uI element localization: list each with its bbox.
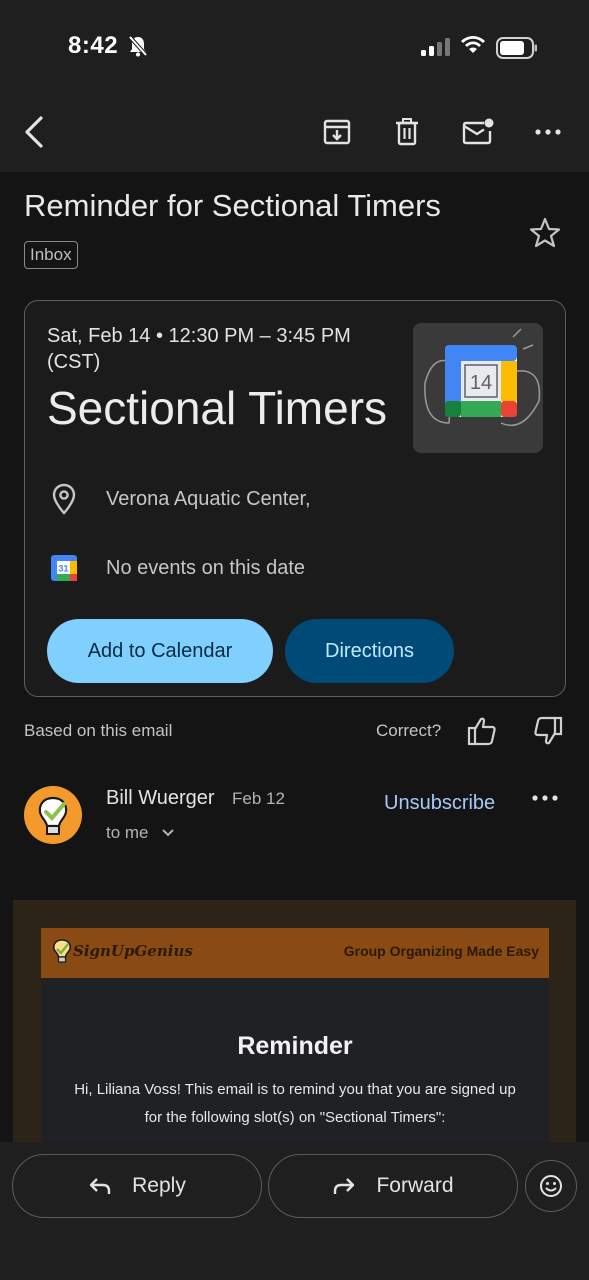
trash-icon [396,118,418,146]
reminder-panel: Reminder Hi, Liliana Voss! This email is… [41,978,549,1142]
calendar-day-number: 14 [470,372,492,394]
archive-button[interactable] [315,110,359,154]
calendar-status-row: 31 No events on this date [47,554,305,582]
more-options-button[interactable] [526,110,570,154]
calendar-illustration: 14 [413,323,543,453]
thumbs-down-icon [534,716,563,745]
feedback-label: Based on this email [24,721,173,740]
sender-name[interactable]: Bill Wuerger [106,787,215,810]
email-body: SignUpGenius Group Organizing Made Easy … [13,900,576,1142]
reminder-text: Hi, Liliana Voss! This email is to remin… [74,1081,516,1126]
inbox-label-chip[interactable]: Inbox [24,241,78,269]
recipient-toggle[interactable]: to me [106,823,175,843]
logo-lightbulb-icon [53,939,71,963]
mark-unread-icon [462,118,494,145]
email-toolbar [0,96,589,172]
email-subject: Reminder for Sectional Timers [24,188,441,223]
thumbs-up-button[interactable] [466,715,498,752]
mark-unread-button[interactable] [456,110,500,154]
chevron-down-icon [161,829,174,837]
directions-button[interactable]: Directions [285,619,454,683]
event-location: Verona Aquatic Center, [106,487,311,510]
back-arrow-icon [25,116,43,148]
event-date-time: Sat, Feb 14 • 12:30 PM – 3:45 PM (CST) [47,325,351,373]
calendar-status-text: No events on this date [106,556,306,579]
emoji-reaction-button[interactable] [525,1160,577,1212]
cellular-signal-icon [421,38,451,61]
location-row[interactable]: Verona Aquatic Center, [47,483,311,515]
archive-icon [323,119,351,145]
correct-question: Correct? [376,721,442,740]
smiley-icon [540,1175,562,1197]
email-content[interactable]: Reminder for Sectional Timers Inbox Sat,… [0,172,589,1142]
wifi-icon [460,35,486,60]
delete-button[interactable] [385,110,429,154]
star-icon [529,217,561,248]
signupgenius-logo[interactable]: SignUpGenius [51,938,193,964]
status-time: 8:42 [68,32,119,59]
bottom-action-bar: Reply Forward [0,1142,589,1280]
sender-more-button[interactable] [532,788,558,806]
bell-off-icon [128,35,148,62]
reply-button[interactable]: Reply [12,1154,262,1218]
sender-avatar[interactable] [24,786,82,844]
google-calendar-icon: 31 [47,554,81,582]
reply-icon [89,1178,111,1194]
signupgenius-brand: SignUpGenius [73,942,193,960]
event-card: Sat, Feb 14 • 12:30 PM – 3:45 PM (CST) S… [24,300,566,697]
status-bar: 8:42 [0,0,589,96]
thumbs-up-icon [467,717,496,746]
recipient-label: to me [106,823,149,842]
unsubscribe-link[interactable]: Unsubscribe [384,792,495,815]
reminder-heading: Reminder [237,1032,353,1060]
add-to-calendar-button[interactable]: Add to Calendar [47,619,273,683]
forward-icon [334,1178,355,1194]
calendar-icon-day: 31 [58,564,68,574]
forward-label: Forward [376,1174,454,1197]
location-pin-icon [47,483,81,515]
thumbs-down-button[interactable] [532,715,564,752]
signupgenius-header: SignUpGenius Group Organizing Made Easy [41,928,549,978]
lightbulb-icon [38,796,68,835]
event-title: Sectional Timers [47,382,388,434]
battery-icon [496,37,538,64]
forward-button[interactable]: Forward [268,1154,518,1218]
sender-date: Feb 12 [232,789,285,808]
reply-label: Reply [132,1174,186,1197]
back-button[interactable] [12,110,56,154]
star-button[interactable] [528,216,562,255]
more-icon [532,795,558,801]
signupgenius-tagline: Group Organizing Made Easy [343,943,539,959]
more-icon [535,129,561,135]
